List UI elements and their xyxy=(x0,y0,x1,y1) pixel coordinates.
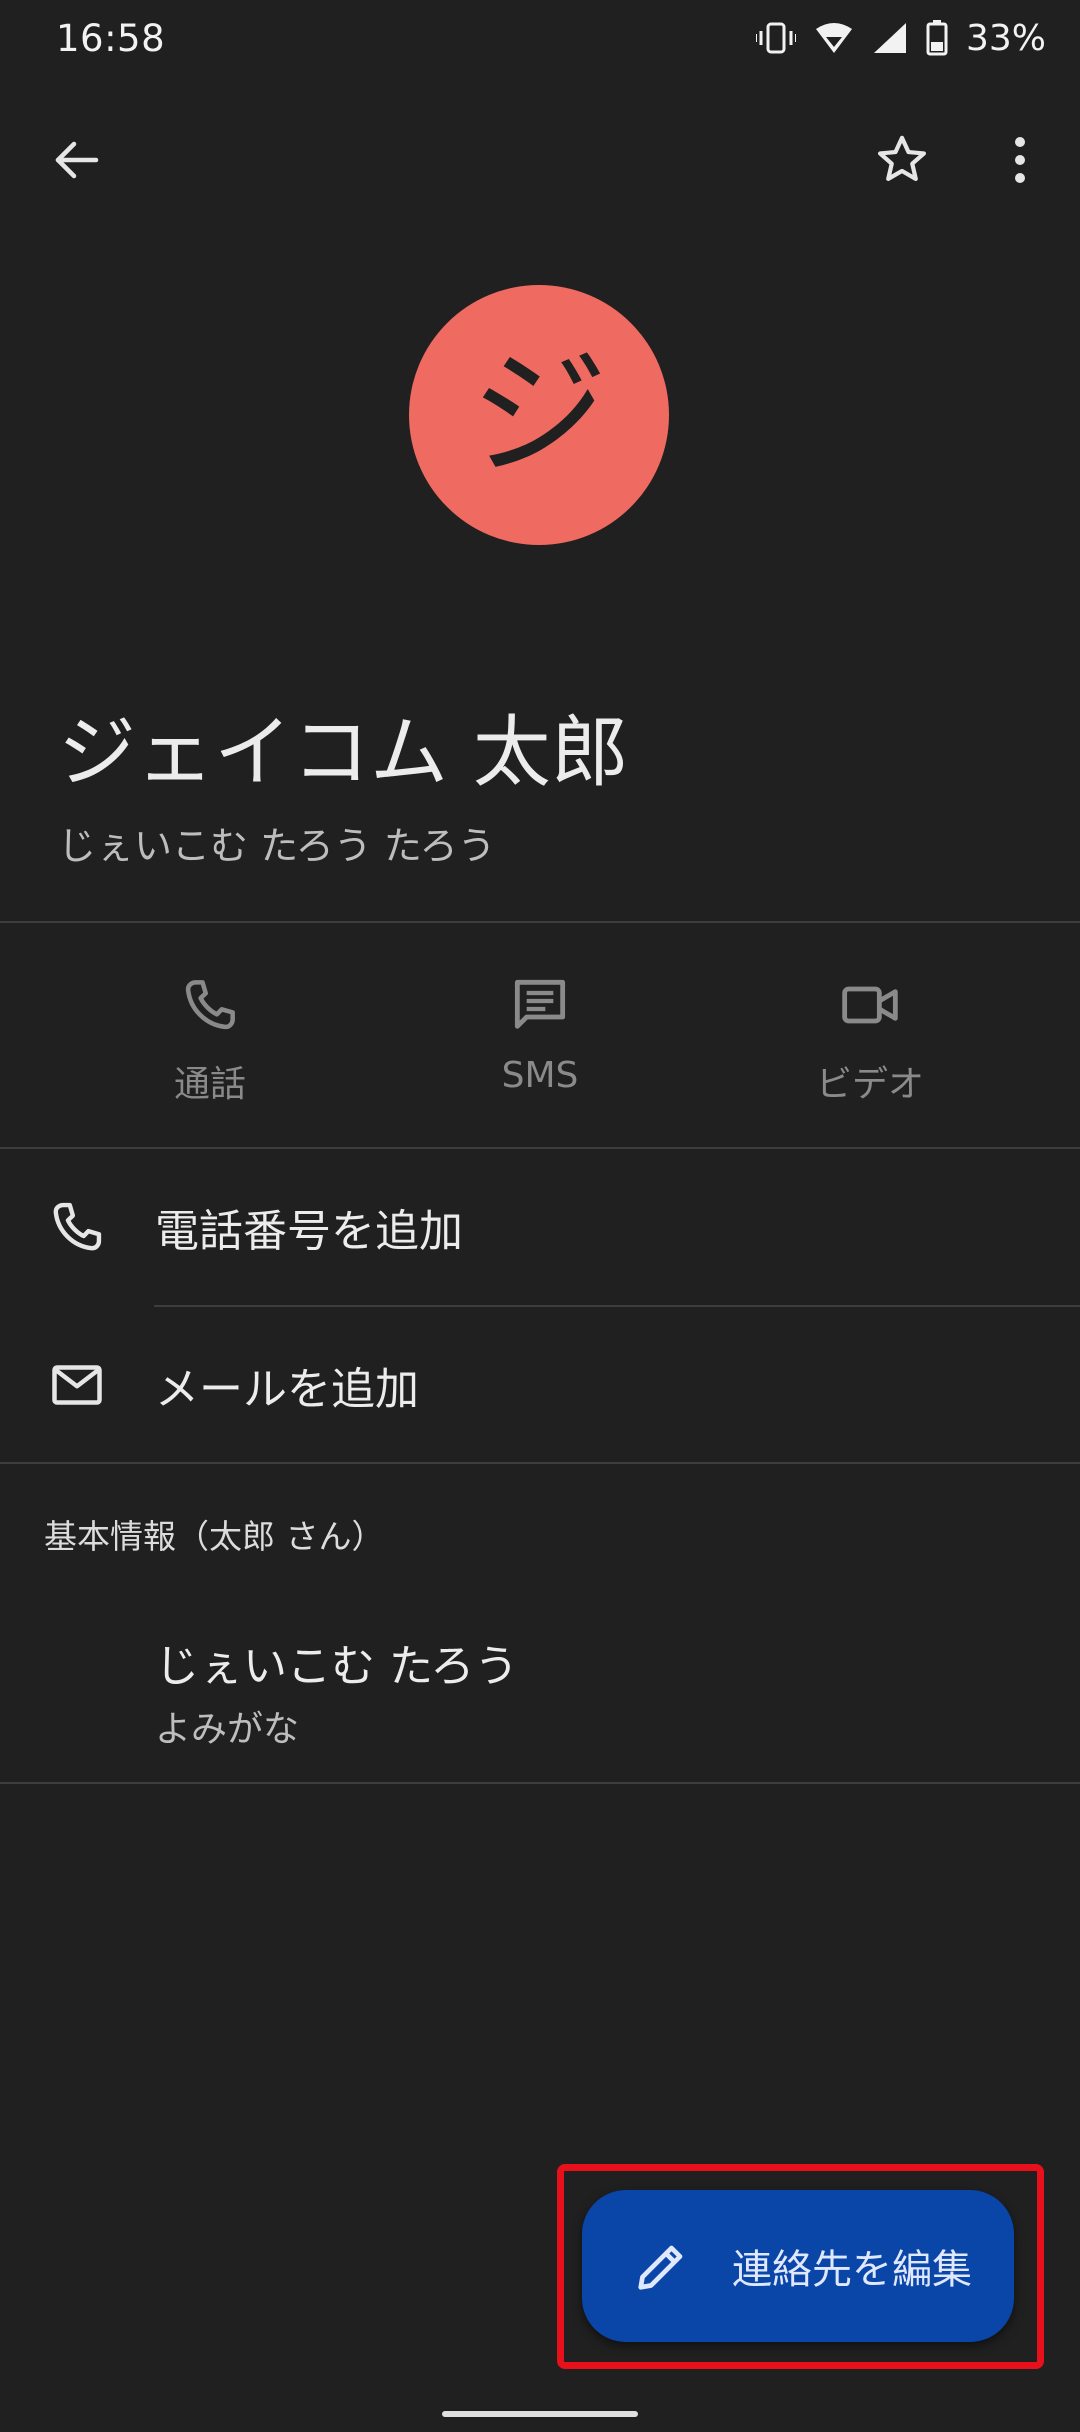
edit-pencil-icon xyxy=(638,2245,683,2290)
basic-info-header: 基本情報（太郎 さん） xyxy=(44,1517,385,1556)
contact-detail-screen: 16:58 33% ジ ジェイコム 太郎 じぇいこむ たろう たろう 通話 SM… xyxy=(0,0,1080,2432)
sms-action-button[interactable]: SMS xyxy=(375,925,705,1147)
divider xyxy=(0,921,1080,923)
contact-name: ジェイコム 太郎 xyxy=(58,708,629,798)
message-icon xyxy=(514,979,566,1029)
vibrate-icon xyxy=(755,21,796,55)
call-action-button[interactable]: 通話 xyxy=(45,925,375,1147)
gesture-navigation-bar[interactable] xyxy=(442,2411,638,2417)
phone-icon xyxy=(185,980,235,1030)
status-icons: 33% xyxy=(755,17,1046,59)
call-action-label: 通話 xyxy=(173,1064,246,1105)
sms-action-label: SMS xyxy=(501,1055,579,1096)
contact-phonetic-name: じぇいこむ たろう たろう xyxy=(58,824,496,868)
more-options-button[interactable] xyxy=(980,120,1060,200)
avatar-initial: ジ xyxy=(469,334,608,495)
divider xyxy=(0,1462,1080,1464)
star-outline-icon xyxy=(877,135,927,181)
battery-icon xyxy=(926,20,948,56)
video-action-button[interactable]: ビデオ xyxy=(705,925,1035,1147)
status-time: 16:58 xyxy=(56,16,166,60)
app-bar xyxy=(0,110,1080,210)
status-bar: 16:58 33% xyxy=(0,0,1080,76)
video-action-label: ビデオ xyxy=(815,1064,924,1105)
wifi-icon xyxy=(814,21,854,55)
add-phone-label: 電話番号を追加 xyxy=(155,1206,463,1257)
reading-label: よみがな xyxy=(155,1709,300,1750)
battery-percent: 33% xyxy=(965,17,1046,59)
videocam-icon xyxy=(842,986,898,1024)
add-email-row[interactable]: メールを追加 xyxy=(0,1307,1080,1463)
divider xyxy=(0,1782,1080,1784)
reading-value[interactable]: じぇいこむ たろう xyxy=(155,1630,518,1694)
add-phone-row[interactable]: 電話番号を追加 xyxy=(0,1149,1080,1305)
avatar: ジ xyxy=(409,285,669,545)
favorite-button[interactable] xyxy=(862,120,942,200)
signal-icon xyxy=(872,21,908,55)
more-vert-icon xyxy=(1015,137,1025,183)
mail-icon xyxy=(44,1352,110,1418)
back-button[interactable] xyxy=(36,120,116,200)
add-email-label: メールを追加 xyxy=(155,1364,419,1415)
edit-contact-label: 連絡先を編集 xyxy=(732,2247,972,2293)
back-arrow-icon xyxy=(55,141,99,179)
phone-icon xyxy=(44,1194,110,1260)
quick-actions: 通話 SMS ビデオ xyxy=(0,925,1080,1147)
edit-contact-button[interactable]: 連絡先を編集 xyxy=(582,2190,1014,2342)
